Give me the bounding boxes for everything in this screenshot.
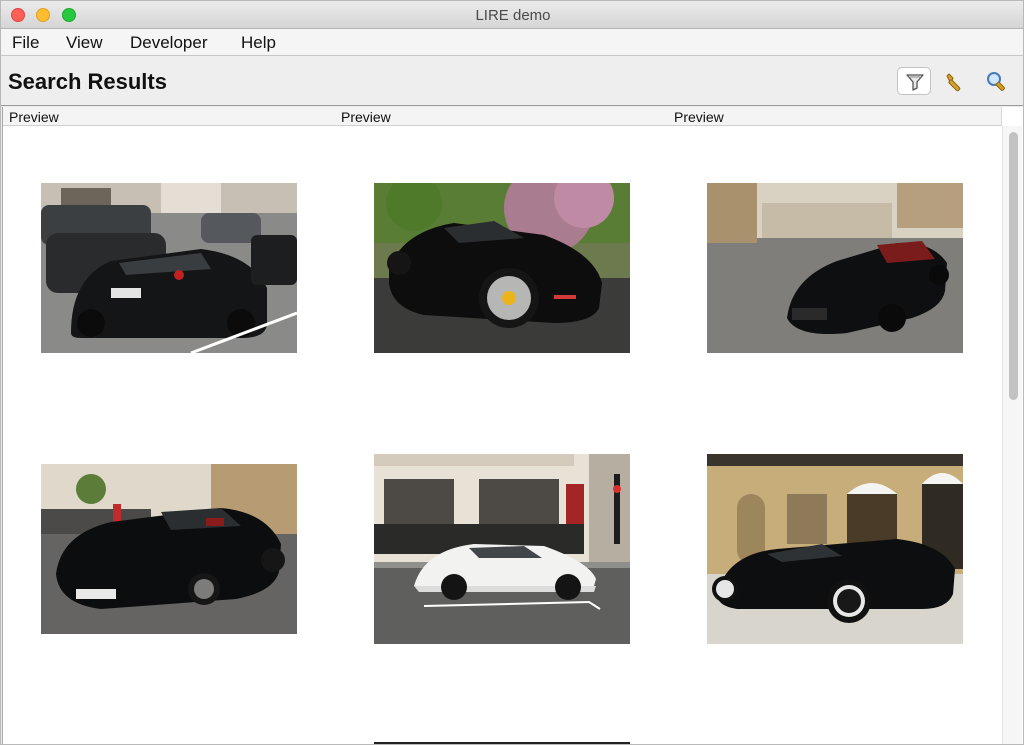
column-header-preview-2[interactable]: Preview bbox=[335, 107, 669, 126]
result-thumbnail[interactable] bbox=[41, 183, 297, 353]
menu-file[interactable]: File bbox=[12, 33, 39, 53]
settings-button[interactable] bbox=[938, 67, 972, 95]
window-title: LIRE demo bbox=[475, 7, 551, 24]
scrollbar-thumb[interactable] bbox=[1009, 132, 1018, 400]
result-thumbnail[interactable] bbox=[707, 454, 963, 644]
menu-help[interactable]: Help bbox=[241, 33, 276, 53]
column-header-preview-3[interactable]: Preview bbox=[668, 107, 1002, 126]
menu-view[interactable]: View bbox=[66, 33, 103, 53]
result-thumbnail[interactable] bbox=[374, 183, 630, 353]
vertical-scrollbar[interactable] bbox=[1002, 126, 1022, 744]
magnifier-icon bbox=[987, 72, 1005, 91]
app-window: LIRE demo File View Developer Help Searc… bbox=[0, 0, 1024, 745]
page-title: Search Results bbox=[8, 69, 167, 94]
result-thumbnail[interactable] bbox=[374, 454, 630, 644]
title-bar[interactable]: LIRE demo bbox=[1, 1, 1023, 29]
results-table[interactable]: Preview Preview Preview bbox=[2, 107, 1023, 744]
result-thumbnail[interactable] bbox=[41, 464, 297, 634]
search-button[interactable] bbox=[979, 67, 1013, 95]
toolbar: Search Results bbox=[1, 56, 1023, 106]
menu-bar: File View Developer Help bbox=[1, 29, 1023, 56]
result-thumbnail[interactable] bbox=[707, 183, 963, 353]
filter-button[interactable] bbox=[897, 67, 931, 95]
column-header-preview-1[interactable]: Preview bbox=[3, 107, 337, 126]
filter-funnel-icon bbox=[906, 74, 924, 91]
menu-developer[interactable]: Developer bbox=[130, 33, 208, 53]
wrench-icon bbox=[946, 73, 961, 92]
